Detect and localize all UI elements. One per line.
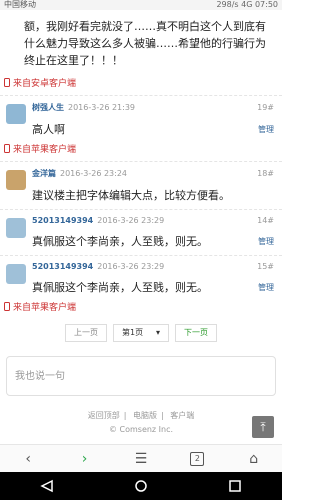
list-item: 金洋篇 2016-3-26 23:24 18# 建议楼主把字体编辑大点，比较方便… (0, 168, 282, 203)
post-text: 额，我刚好看完就没了……真不明白这个人到底有什么魅力导致这么多人被骗……希望他的… (24, 20, 266, 67)
list-item: 52013149394 2016-3-26 23:29 14# 真佩服这个李尚亲… (0, 216, 282, 249)
home-button[interactable]: ⌂ (234, 451, 274, 467)
footer-link-top[interactable]: 返回顶部 (88, 411, 120, 420)
divider (0, 209, 282, 210)
home-icon: ⌂ (249, 450, 259, 467)
manage-link[interactable]: 管理 (258, 236, 274, 247)
floor-number: 14# (257, 216, 274, 225)
next-page-button[interactable]: 下一页 (175, 324, 217, 342)
username[interactable]: 52013149394 (32, 216, 93, 225)
avatar[interactable] (6, 264, 26, 284)
source-label: 来自苹果客户端 (13, 144, 77, 155)
post-text: 建议楼主把字体编辑大点，比较方便看。 (32, 189, 230, 202)
avatar[interactable] (6, 104, 26, 124)
list-item: 52013149394 2016-3-26 23:29 15# 真佩服这个李尚亲… (0, 262, 282, 295)
post-time: 2016-3-26 21:39 (68, 103, 135, 112)
post-time: 2016-3-26 23:24 (60, 169, 127, 178)
avatar[interactable] (6, 218, 26, 238)
manage-link[interactable]: 管理 (258, 282, 274, 293)
scroll-to-top-button[interactable]: ⤒ (252, 416, 274, 438)
avatar[interactable] (6, 170, 26, 190)
square-recents-icon (229, 480, 241, 492)
username[interactable]: 树强人生 (32, 102, 64, 113)
pagination: 上一页 第1页 ▾ 下一页 (0, 324, 282, 342)
carrier: 中国移动 (4, 0, 36, 9)
system-recents-button[interactable] (225, 476, 245, 496)
phone-icon (4, 301, 10, 311)
forward-button[interactable]: › (65, 451, 105, 467)
chevron-left-icon: ‹ (25, 450, 31, 467)
circle-home-icon (135, 480, 147, 492)
system-home-button[interactable] (131, 476, 151, 496)
post-text: 真佩服这个李尚亲，人至贱，则无。 (32, 235, 208, 248)
floor-number: 15# (257, 262, 274, 271)
post-time: 2016-3-26 23:29 (97, 262, 165, 271)
username[interactable]: 52013149394 (32, 262, 93, 271)
post-time: 2016-3-26 23:29 (97, 216, 165, 225)
menu-button[interactable]: ☰ (121, 451, 161, 467)
footer-link-client[interactable]: 客户端 (170, 411, 194, 420)
footer: 返回顶部 | 电脑版 | 客户端 © Comsenz Inc. (0, 410, 282, 434)
source-apple[interactable]: 来自苹果客户端 (0, 141, 282, 155)
page-select-label: 第1页 (122, 328, 144, 337)
browser-toolbar: ‹ › ☰ 2 ⌂ (0, 444, 282, 472)
chevron-right-icon: › (81, 450, 88, 467)
page-select[interactable]: 第1页 ▾ (113, 324, 169, 342)
triangle-back-icon (40, 479, 53, 493)
floor-number: 18# (257, 169, 274, 178)
back-button[interactable]: ‹ (8, 451, 48, 467)
footer-link-desktop[interactable]: 电脑版 (133, 411, 157, 420)
post-text: 高人啊 (32, 123, 65, 136)
prev-page-button[interactable]: 上一页 (65, 324, 107, 342)
comment-input[interactable]: 我也说一句 (6, 356, 276, 396)
chevron-down-icon: ▾ (155, 328, 160, 337)
tab-count: 2 (190, 451, 205, 466)
phone-icon (4, 143, 10, 153)
divider (0, 95, 282, 96)
source-apple[interactable]: 来自苹果客户端 (0, 299, 282, 313)
status-bar: 中国移动 298/s 4G 07:50 (0, 0, 282, 10)
arrow-up-icon: ⤒ (260, 419, 266, 434)
android-nav-bar (0, 472, 282, 500)
phone-icon (4, 77, 10, 87)
system-back-button[interactable] (37, 476, 57, 496)
source-label: 来自安卓客户端 (13, 78, 77, 89)
tabs-button[interactable]: 2 (177, 451, 217, 466)
manage-link[interactable]: 管理 (258, 124, 274, 135)
divider (0, 255, 282, 256)
post-text: 真佩服这个李尚亲，人至贱，则无。 (32, 281, 208, 294)
floor-number: 19# (257, 103, 274, 112)
menu-icon: ☰ (134, 450, 148, 467)
divider (0, 161, 282, 162)
list-item: 树强人生 2016-3-26 21:39 19# 高人啊 管理 (0, 102, 282, 137)
comment-placeholder: 我也说一句 (15, 371, 65, 382)
copyright: © Comsenz Inc. (108, 425, 174, 434)
source-android[interactable]: 来自安卓客户端 (0, 75, 282, 89)
status-right: 298/s 4G 07:50 (216, 0, 278, 9)
username[interactable]: 金洋篇 (32, 168, 56, 179)
source-label: 来自苹果客户端 (13, 302, 77, 313)
